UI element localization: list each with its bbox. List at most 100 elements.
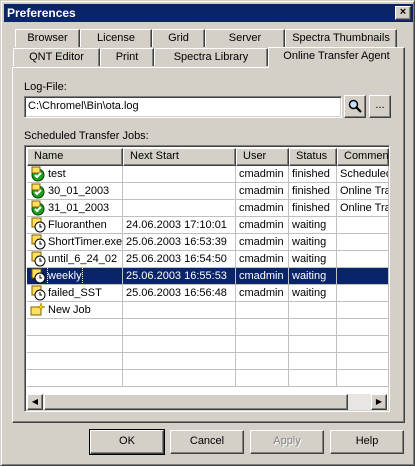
tab-spectra-library[interactable]: Spectra Library (154, 48, 268, 66)
browse-label: ... (375, 99, 385, 111)
table-row[interactable]: Fluoranthen 24.06.2003 17:10:01 cmadmin wai… (27, 217, 389, 234)
tab-print[interactable]: Print (100, 48, 154, 66)
scroll-thumb[interactable] (44, 394, 348, 410)
empty-cell (236, 370, 289, 387)
column-header-comment[interactable]: Comment (337, 148, 389, 166)
scroll-right-button[interactable]: ▶ (371, 394, 387, 410)
cell-status: waiting (289, 268, 337, 285)
job-name: New Job (48, 304, 91, 316)
arrow-left-icon: ◀ (31, 397, 39, 406)
cell-status: waiting (289, 251, 337, 268)
tab-qnt-editor[interactable]: QNT Editor (13, 48, 100, 66)
empty-cell (123, 336, 236, 353)
cell-next-start (123, 166, 236, 183)
tab-server[interactable]: Server (205, 29, 285, 47)
search-button[interactable] (344, 95, 366, 118)
cell-comment: Online Tra (337, 183, 389, 200)
empty-row (27, 370, 389, 387)
column-header-name[interactable]: Name (27, 148, 123, 166)
empty-cell (27, 353, 123, 370)
tab-label: QNT Editor (29, 51, 84, 63)
tab-label: Browser (27, 32, 68, 44)
cell-comment: Scheduled (337, 166, 389, 183)
cell-name: New Job (27, 302, 123, 319)
scroll-left-button[interactable]: ◀ (27, 394, 43, 410)
cell-user: cmadmin (236, 200, 289, 217)
cancel-button[interactable]: Cancel (170, 430, 244, 454)
browse-button[interactable]: ... (369, 95, 391, 118)
finished-check-icon (30, 166, 46, 182)
table-row[interactable]: weekly 25.06.2003 16:55:53 cmadmin waiting (27, 268, 389, 285)
tab-online-transfer-agent[interactable]: Online Transfer Agent (268, 47, 405, 68)
empty-row (27, 353, 389, 370)
table-row[interactable]: 30_01_2003 cmadmin finished Online Tra (27, 183, 389, 200)
table-row[interactable]: ShortTimer.exe 25.06.2003 16:53:39 cmadmin… (27, 234, 389, 251)
cell-status: finished (289, 200, 337, 217)
table-row[interactable]: until_6_24_02 25.06.2003 16:54:50 cmadmin w… (27, 251, 389, 268)
table-row[interactable]: 31_01_2003 cmadmin finished Online Tra (27, 200, 389, 217)
table-row[interactable]: New Job (27, 302, 389, 319)
job-name: Fluoranthen (48, 219, 107, 231)
close-icon: × (399, 6, 407, 18)
empty-cell (289, 319, 337, 336)
cell-name: 30_01_2003 (27, 183, 123, 200)
column-header-next-start[interactable]: Next Start (123, 148, 236, 166)
tab-label: Spectra Library (173, 51, 249, 63)
job-name: ShortTimer.exe (48, 236, 123, 248)
cell-status (289, 302, 337, 319)
list-header: Name Next Start User Status Comment (27, 148, 389, 166)
cell-comment (337, 234, 389, 251)
waiting-clock-icon (30, 217, 46, 233)
cell-comment (337, 268, 389, 285)
column-header-user[interactable]: User (236, 148, 289, 166)
window-title: Preferences (7, 6, 76, 20)
table-row[interactable]: failed_SST 25.06.2003 16:56:48 cmadmin wait… (27, 285, 389, 302)
tab-license[interactable]: License (80, 29, 152, 47)
tab-label: Online Transfer Agent (283, 50, 390, 62)
cell-name: failed_SST (27, 285, 123, 302)
help-button[interactable]: Help (330, 430, 404, 454)
logfile-input[interactable]: C:\Chromel\Bin\ota.log (24, 96, 342, 118)
waiting-clock-icon (30, 234, 46, 250)
close-button[interactable]: × (395, 6, 411, 20)
cell-next-start: 25.06.2003 16:53:39 (123, 234, 236, 251)
cell-next-start: 25.06.2003 16:55:53 (123, 268, 236, 285)
cell-user: cmadmin (236, 234, 289, 251)
tab-grid[interactable]: Grid (152, 29, 205, 47)
cell-status: waiting (289, 234, 337, 251)
cell-name: 31_01_2003 (27, 200, 123, 217)
finished-check-icon (30, 183, 46, 199)
cell-user: cmadmin (236, 268, 289, 285)
jobs-label: Scheduled Transfer Jobs: (24, 130, 149, 142)
column-header-status[interactable]: Status (289, 148, 337, 166)
jobs-list[interactable]: Name Next Start User Status Comment test… (24, 145, 390, 412)
magnifier-icon (348, 99, 362, 113)
title-bar[interactable]: Preferences × (4, 4, 413, 22)
cell-next-start: 24.06.2003 17:10:01 (123, 217, 236, 234)
empty-cell (289, 353, 337, 370)
tab-browser[interactable]: Browser (15, 29, 80, 47)
apply-button[interactable]: Apply (250, 430, 324, 454)
cell-status: waiting (289, 217, 337, 234)
cell-next-start (123, 302, 236, 319)
table-row[interactable]: test cmadmin finished Scheduled (27, 166, 389, 183)
empty-cell (27, 336, 123, 353)
cell-status: finished (289, 183, 337, 200)
tab-spectra-thumbnails[interactable]: Spectra Thumbnails (285, 29, 397, 47)
tab-label: Spectra Thumbnails (292, 32, 390, 44)
cell-status: finished (289, 166, 337, 183)
cell-user: cmadmin (236, 251, 289, 268)
waiting-clock-icon (30, 268, 46, 284)
empty-cell (236, 319, 289, 336)
empty-cell (236, 353, 289, 370)
job-name: failed_SST (48, 287, 102, 299)
cell-name: Fluoranthen (27, 217, 123, 234)
horizontal-scrollbar[interactable]: ◀ ▶ (27, 394, 387, 410)
cell-comment (337, 302, 389, 319)
empty-cell (289, 336, 337, 353)
waiting-clock-icon (30, 251, 46, 267)
tab-label: Print (115, 51, 139, 63)
tab-label: Grid (168, 32, 189, 44)
ok-button[interactable]: OK (89, 429, 165, 455)
empty-cell (123, 353, 236, 370)
